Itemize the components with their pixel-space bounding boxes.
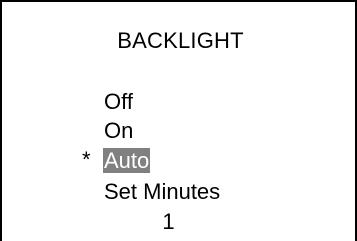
selection-marker: * <box>82 147 91 172</box>
menu-item-off[interactable]: Off <box>104 89 133 115</box>
minutes-value: 1 <box>162 209 175 234</box>
screen-title: BACKLIGHT <box>117 28 244 53</box>
menu-item-auto[interactable]: Auto <box>103 148 151 174</box>
menu-item-set-minutes[interactable]: Set Minutes <box>104 179 220 205</box>
menu-item-auto-label: Auto <box>103 148 151 173</box>
menu-item-on[interactable]: On <box>104 118 133 144</box>
backlight-menu-screen: BACKLIGHT Off On * Auto Set Minutes 1 <box>0 0 357 241</box>
